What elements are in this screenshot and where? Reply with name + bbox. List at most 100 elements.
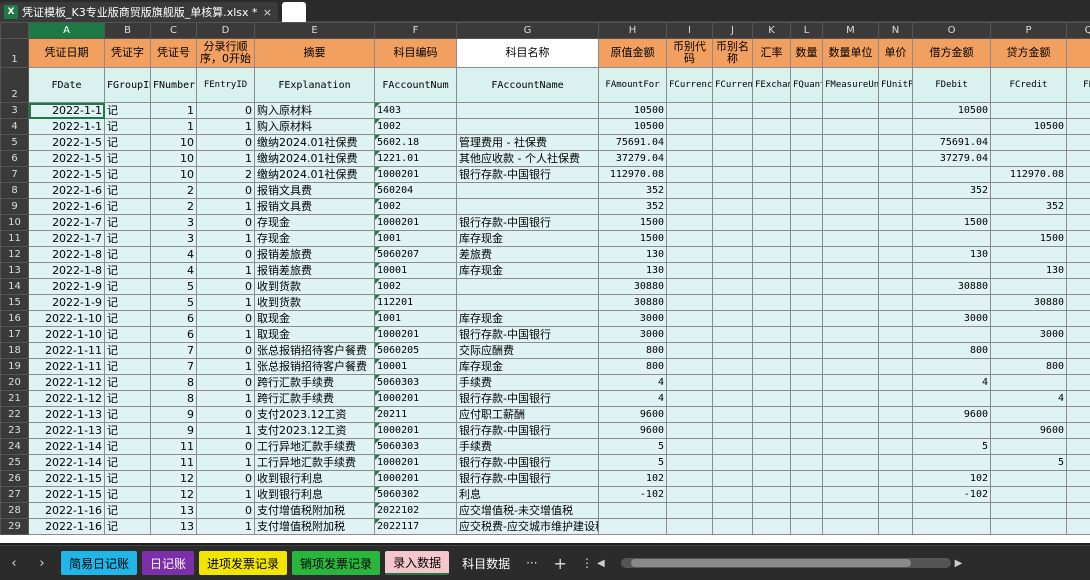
column-header-o[interactable]: O: [912, 22, 991, 39]
column-header-p[interactable]: P: [990, 22, 1067, 39]
header-cn-f[interactable]: 科目编码: [374, 38, 457, 68]
cell-o[interactable]: [912, 118, 991, 135]
sheet-tab-5[interactable]: 科目数据: [454, 551, 519, 575]
cell-c[interactable]: 3: [150, 214, 197, 231]
cell-q[interactable]: [1066, 166, 1090, 183]
cell-i[interactable]: [666, 422, 713, 439]
cell-h[interactable]: 9600: [598, 422, 667, 439]
cell-q[interactable]: [1066, 502, 1090, 519]
row-number[interactable]: 12: [0, 246, 29, 263]
cell-i[interactable]: [666, 150, 713, 167]
cell-o[interactable]: 30880: [912, 278, 991, 295]
cell-n[interactable]: [878, 230, 913, 247]
cell-o[interactable]: -102: [912, 486, 991, 503]
cell-e[interactable]: 缴纳2024.01社保费: [254, 166, 375, 183]
cell-h[interactable]: 130: [598, 262, 667, 279]
cell-p[interactable]: 5: [990, 454, 1067, 471]
cell-d[interactable]: 1: [196, 454, 255, 471]
cell-d[interactable]: 1: [196, 262, 255, 279]
cell-j[interactable]: [712, 294, 753, 311]
header-field-q[interactable]: FP: [1066, 67, 1090, 103]
cell-f[interactable]: 5060205: [374, 342, 457, 359]
header-field-o[interactable]: FDebit: [912, 67, 991, 103]
header-field-b[interactable]: FGroupID: [104, 67, 151, 103]
cell-o[interactable]: 10500: [912, 102, 991, 119]
cell-k[interactable]: [752, 102, 791, 119]
cell-i[interactable]: [666, 374, 713, 391]
cell-h[interactable]: 800: [598, 358, 667, 375]
cell-q[interactable]: [1066, 182, 1090, 199]
column-header-b[interactable]: B: [104, 22, 151, 39]
cell-d[interactable]: 0: [196, 374, 255, 391]
cell-g[interactable]: 银行存款-中国银行: [456, 454, 599, 471]
cell-b[interactable]: 记: [104, 294, 151, 311]
scrollbar-thumb[interactable]: [630, 559, 911, 567]
cell-g[interactable]: 银行存款-中国银行: [456, 470, 599, 487]
row-number[interactable]: 17: [0, 326, 29, 343]
cell-k[interactable]: [752, 390, 791, 407]
header-cn-q[interactable]: [1066, 38, 1090, 68]
cell-p[interactable]: [990, 150, 1067, 167]
row-number[interactable]: 28: [0, 502, 29, 519]
row-number[interactable]: 14: [0, 278, 29, 295]
cell-p[interactable]: [990, 438, 1067, 455]
cell-f[interactable]: 5060302: [374, 486, 457, 503]
row-number[interactable]: 24: [0, 438, 29, 455]
cell-c[interactable]: 13: [150, 518, 197, 535]
cell-b[interactable]: 记: [104, 342, 151, 359]
cell-k[interactable]: [752, 406, 791, 423]
cell-m[interactable]: [822, 278, 879, 295]
add-sheet-button[interactable]: +: [554, 554, 567, 573]
cell-m[interactable]: [822, 198, 879, 215]
cell-d[interactable]: 1: [196, 294, 255, 311]
cell-a[interactable]: 2022-1-13: [28, 406, 105, 423]
cell-o[interactable]: 5: [912, 438, 991, 455]
cell-d[interactable]: 1: [196, 358, 255, 375]
cell-c[interactable]: 1: [150, 102, 197, 119]
cell-n[interactable]: [878, 406, 913, 423]
cell-o[interactable]: [912, 294, 991, 311]
cell-h[interactable]: 4: [598, 374, 667, 391]
cell-a[interactable]: 2022-1-14: [28, 454, 105, 471]
cell-g[interactable]: [456, 198, 599, 215]
cell-p[interactable]: [990, 214, 1067, 231]
cell-l[interactable]: [790, 278, 823, 295]
cell-c[interactable]: 5: [150, 278, 197, 295]
cell-e[interactable]: 取现金: [254, 326, 375, 343]
cell-h[interactable]: 800: [598, 342, 667, 359]
cell-p[interactable]: [990, 310, 1067, 327]
cell-e[interactable]: 跨行汇款手续费: [254, 390, 375, 407]
cell-h[interactable]: [598, 518, 667, 535]
cell-n[interactable]: [878, 294, 913, 311]
cell-a[interactable]: 2022-1-11: [28, 342, 105, 359]
cell-g[interactable]: 银行存款-中国银行: [456, 422, 599, 439]
cell-b[interactable]: 记: [104, 454, 151, 471]
cell-c[interactable]: 12: [150, 486, 197, 503]
cell-c[interactable]: 10: [150, 150, 197, 167]
cell-c[interactable]: 3: [150, 230, 197, 247]
row-number[interactable]: 11: [0, 230, 29, 247]
cell-e[interactable]: 支付2023.12工资: [254, 406, 375, 423]
row-number[interactable]: 22: [0, 406, 29, 423]
cell-q[interactable]: [1066, 486, 1090, 503]
cell-h[interactable]: 352: [598, 182, 667, 199]
row-number[interactable]: 27: [0, 486, 29, 503]
cell-l[interactable]: [790, 262, 823, 279]
header-cn-d[interactable]: 分录行顺序，0开始: [196, 38, 255, 68]
cell-f[interactable]: 112201: [374, 294, 457, 311]
cell-j[interactable]: [712, 342, 753, 359]
cell-h[interactable]: 9600: [598, 406, 667, 423]
cell-p[interactable]: 112970.08: [990, 166, 1067, 183]
cell-p[interactable]: [990, 502, 1067, 519]
cell-k[interactable]: [752, 230, 791, 247]
cell-k[interactable]: [752, 326, 791, 343]
header-field-h[interactable]: FAmountFor: [598, 67, 667, 103]
cell-c[interactable]: 1: [150, 118, 197, 135]
cell-h[interactable]: 75691.04: [598, 134, 667, 151]
cell-l[interactable]: [790, 102, 823, 119]
cell-j[interactable]: [712, 262, 753, 279]
cell-e[interactable]: 存现金: [254, 230, 375, 247]
cell-o[interactable]: [912, 198, 991, 215]
workbook-tab[interactable]: X 凭证模板_K3专业版商贸版旗舰版_单核算.xlsx * ×: [0, 2, 278, 22]
cell-d[interactable]: 0: [196, 182, 255, 199]
